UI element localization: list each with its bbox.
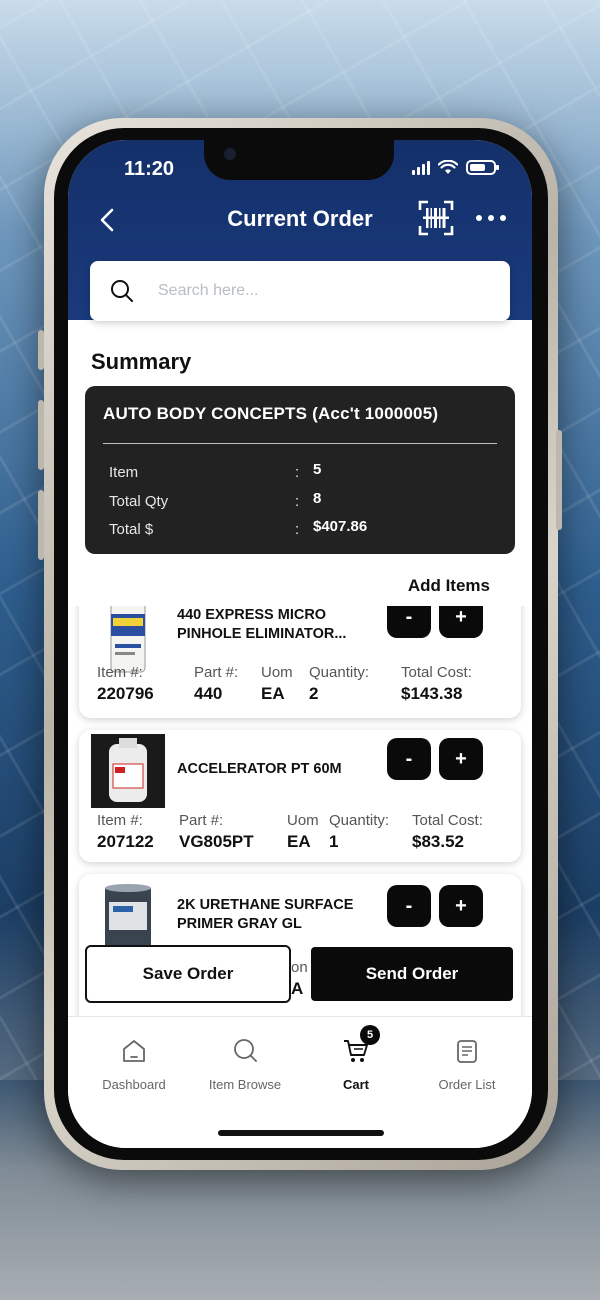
total-cost-field: Total Cost: $143.38 bbox=[401, 664, 472, 703]
front-camera bbox=[224, 148, 236, 160]
save-order-button[interactable]: Save Order bbox=[85, 945, 291, 1003]
item-number-field: Item #: 220796 bbox=[97, 664, 154, 703]
phone-volume-up bbox=[38, 400, 44, 470]
search-icon bbox=[234, 1039, 257, 1062]
bottom-tab-bar: Dashboard Item Browse 5 Cart Order List bbox=[68, 1016, 532, 1148]
decrease-quantity-button[interactable]: - bbox=[387, 885, 431, 927]
status-time: 11:20 bbox=[124, 158, 175, 180]
item-name-line-2: PINHOLE ELIMINATOR... bbox=[177, 626, 347, 642]
increase-quantity-button[interactable]: + bbox=[439, 606, 483, 638]
search-bar[interactable] bbox=[90, 261, 510, 321]
summary-heading: Summary bbox=[91, 349, 192, 374]
home-indicator bbox=[218, 1130, 384, 1136]
status-icons bbox=[412, 160, 499, 175]
account-name: AUTO BODY CONCEPTS (Acc't 1000005) bbox=[103, 404, 439, 423]
barcode-scan-icon[interactable] bbox=[418, 200, 454, 236]
tab-item-browse[interactable]: Item Browse bbox=[190, 1037, 300, 1092]
send-order-button[interactable]: Send Order bbox=[311, 947, 513, 1001]
quantity-field: Quantity: 2 bbox=[309, 664, 370, 703]
cart-count-badge: 5 bbox=[360, 1025, 380, 1045]
phone-volume-down bbox=[38, 490, 44, 560]
summary-card: AUTO BODY CONCEPTS (Acc't 1000005) Item:… bbox=[85, 386, 515, 554]
tab-dashboard[interactable]: Dashboard bbox=[79, 1037, 189, 1092]
phone-power-button bbox=[556, 430, 562, 530]
product-image bbox=[105, 884, 151, 948]
part-number-field: Part #: VG805PT bbox=[179, 812, 254, 851]
battery-icon bbox=[466, 160, 499, 175]
decrease-quantity-button[interactable]: - bbox=[387, 606, 431, 638]
order-item-card: 440 EXPRESS MICRO PINHOLE ELIMINATOR... … bbox=[79, 606, 521, 718]
tab-order-list[interactable]: Order List bbox=[412, 1037, 522, 1092]
item-number-field: Item #: 207122 bbox=[97, 812, 154, 851]
order-item-card: ACCELERATOR PT 60M - + Item #: 207122 Par… bbox=[79, 730, 521, 862]
search-icon bbox=[111, 280, 133, 302]
order-actions: Save Order Send Order bbox=[85, 945, 515, 1003]
part-number-field: Part #: 440 bbox=[194, 664, 239, 703]
item-name-line-2: PRIMER GRAY GL bbox=[177, 916, 302, 932]
page-title: Current Order bbox=[227, 206, 373, 231]
uom-field: Uom EA bbox=[261, 664, 293, 703]
item-name: 2K URETHANE SURFACE bbox=[177, 897, 354, 913]
search-input[interactable] bbox=[158, 282, 458, 300]
add-items-link[interactable]: Add Items bbox=[408, 576, 490, 596]
item-name: 440 EXPRESS MICRO bbox=[177, 607, 327, 623]
quantity-field: Quantity: 1 bbox=[329, 812, 390, 851]
notch bbox=[204, 140, 394, 180]
summary-divider bbox=[103, 443, 497, 444]
item-name: ACCELERATOR PT 60M bbox=[177, 761, 342, 777]
cellular-signal-icon bbox=[412, 160, 430, 175]
more-options-icon[interactable] bbox=[475, 208, 507, 228]
increase-quantity-button[interactable]: + bbox=[439, 885, 483, 927]
phone-mute-switch bbox=[38, 330, 44, 370]
tab-cart[interactable]: 5 Cart bbox=[301, 1025, 411, 1092]
uom-field: Uom EA bbox=[287, 812, 319, 851]
wifi-icon bbox=[438, 160, 458, 174]
total-cost-field: Total Cost: $83.52 bbox=[412, 812, 483, 851]
increase-quantity-button[interactable]: + bbox=[439, 738, 483, 780]
home-icon bbox=[123, 1040, 145, 1062]
app-screen: 11:20 Current Order Summary AUTO BODY C bbox=[68, 140, 532, 1148]
product-image bbox=[91, 734, 165, 808]
decrease-quantity-button[interactable]: - bbox=[387, 738, 431, 780]
order-list-icon bbox=[457, 1040, 477, 1063]
